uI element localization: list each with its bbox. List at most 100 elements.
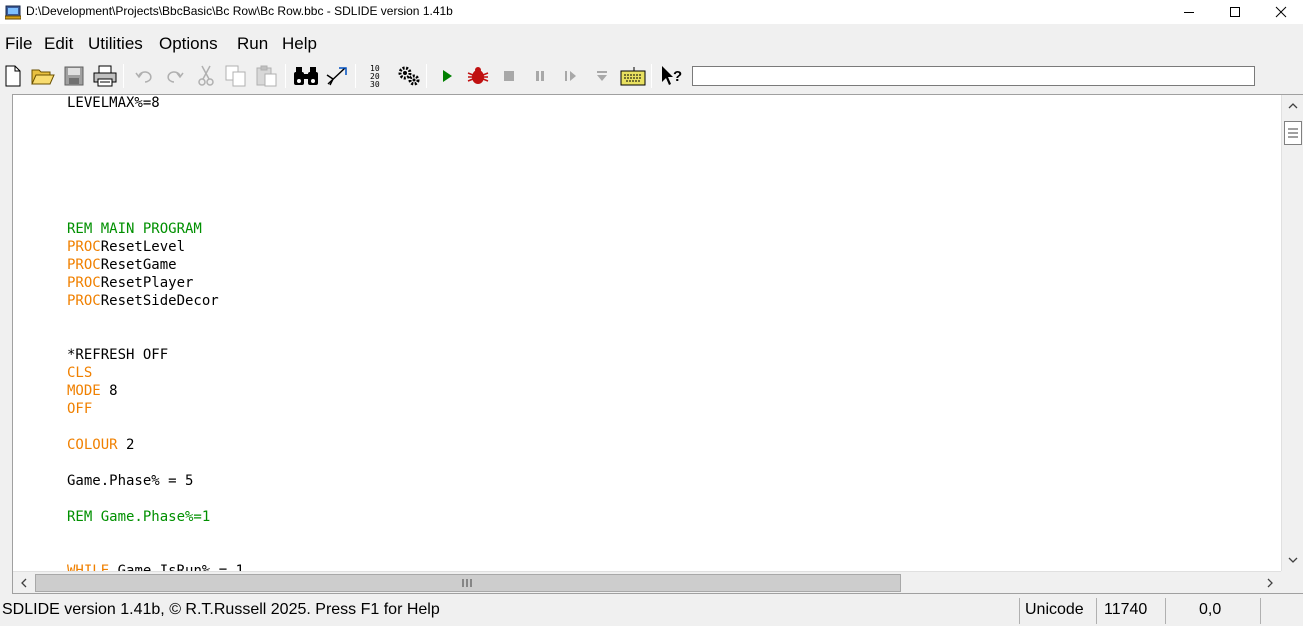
status-size: 11740 xyxy=(1104,601,1148,618)
status-bar: SDLIDE version 1.41b, © R.T.Russell 2025… xyxy=(0,596,1303,626)
status-position: 0,0 xyxy=(1199,601,1222,618)
chevron-up-icon xyxy=(1288,103,1298,109)
code-text: 2 xyxy=(117,437,135,453)
immediate-keyboard-icon xyxy=(620,67,646,86)
code-line[interactable]: PROCResetGame xyxy=(67,256,177,274)
maximize-icon xyxy=(1230,7,1240,17)
scroll-right-button[interactable] xyxy=(1259,572,1281,594)
run-icon xyxy=(443,70,452,82)
paste-icon xyxy=(256,65,277,87)
code-line[interactable]: OFF xyxy=(67,400,92,418)
code-text: 8 xyxy=(100,383,118,399)
status-encoding: Unicode xyxy=(1025,601,1084,618)
code-text: ResetPlayer xyxy=(100,275,194,291)
code-line[interactable]: Game.Phase% = 5 xyxy=(67,472,193,490)
menu-file[interactable]: File xyxy=(5,34,32,54)
code-line[interactable]: REM Game.Phase%=1 xyxy=(67,508,210,526)
open-folder-icon xyxy=(31,69,55,85)
open-button[interactable] xyxy=(29,62,57,90)
code-area[interactable]: LEVELMAX%=8 REM MAIN PROGRAM PROCResetLeve… xyxy=(13,95,1281,571)
code-line[interactable]: MODE 8 xyxy=(67,382,118,400)
code-text: Game.IsRun% = 1 xyxy=(109,563,245,571)
code-keyword: MODE xyxy=(67,383,101,399)
toolbar: 10 20 30 ? xyxy=(0,60,1303,92)
window-title: D:\Development\Projects\BbcBasic\Bc Row\… xyxy=(26,4,453,18)
code-text: ResetLevel xyxy=(100,239,186,255)
grip-icon xyxy=(462,579,472,587)
code-line[interactable]: PROCResetLevel xyxy=(67,238,185,256)
close-button[interactable] xyxy=(1258,0,1303,24)
step-icon xyxy=(565,71,576,81)
code-line[interactable]: PROCResetPlayer xyxy=(67,274,193,292)
code-keyword: CLS xyxy=(67,365,93,381)
menu-utilities[interactable]: Utilities xyxy=(88,34,143,54)
scrollbar-corner xyxy=(1281,571,1303,593)
code-keyword: PROC xyxy=(67,293,101,309)
step-into-button[interactable] xyxy=(588,62,616,90)
debug-bug-icon xyxy=(467,67,489,84)
cut-button[interactable] xyxy=(192,62,220,90)
scroll-up-button[interactable] xyxy=(1282,95,1303,117)
sdlide-app-icon[interactable] xyxy=(4,4,22,20)
search-combo-box[interactable] xyxy=(692,66,1255,86)
code-keyword: PROC xyxy=(67,257,101,273)
run-button[interactable] xyxy=(433,62,461,90)
pause-icon xyxy=(536,71,544,81)
code-keyword: PROC xyxy=(67,239,101,255)
code-line[interactable]: *REFRESH OFF xyxy=(67,346,168,364)
scroll-left-button[interactable] xyxy=(13,572,35,594)
horizontal-scrollbar[interactable] xyxy=(13,571,1281,593)
replace-icon xyxy=(326,67,347,86)
code-comment: REM MAIN PROGRAM xyxy=(67,221,202,237)
menu-bar: File Edit Utilities Options Run Help xyxy=(0,24,1303,60)
horizontal-scroll-thumb[interactable] xyxy=(35,574,901,592)
code-text: *REFRESH OFF xyxy=(67,347,169,363)
redo-button[interactable] xyxy=(161,62,189,90)
paste-button[interactable] xyxy=(253,62,281,90)
vertical-scrollbar[interactable] xyxy=(1281,95,1303,571)
context-help-button[interactable]: ? xyxy=(658,62,686,90)
code-line[interactable]: LEVELMAX%=8 xyxy=(67,95,160,112)
undo-button[interactable] xyxy=(130,62,158,90)
code-editor[interactable]: LEVELMAX%=8 REM MAIN PROGRAM PROCResetLeve… xyxy=(12,94,1303,594)
new-file-icon xyxy=(5,65,21,87)
menu-help[interactable]: Help xyxy=(282,34,317,54)
find-button[interactable] xyxy=(292,62,320,90)
minimize-button[interactable] xyxy=(1166,0,1212,24)
svg-text:?: ? xyxy=(673,68,682,85)
print-button[interactable] xyxy=(91,62,119,90)
debug-button[interactable] xyxy=(464,62,492,90)
scroll-down-button[interactable] xyxy=(1282,549,1303,571)
code-line[interactable]: PROCResetSideDecor xyxy=(67,292,219,310)
pause-button[interactable] xyxy=(526,62,554,90)
menu-options[interactable]: Options xyxy=(159,34,218,54)
stop-button[interactable] xyxy=(495,62,523,90)
code-text: LEVELMAX%=8 xyxy=(67,95,160,111)
chevron-left-icon xyxy=(21,578,27,588)
immediate-mode-button[interactable] xyxy=(619,62,647,90)
settings-button[interactable] xyxy=(395,62,423,90)
maximize-button[interactable] xyxy=(1212,0,1258,24)
code-line[interactable]: WHILE Game.IsRun% = 1 xyxy=(67,562,244,571)
save-button[interactable] xyxy=(60,62,88,90)
menu-run[interactable]: Run xyxy=(237,34,268,54)
code-text: Game.Phase% = 5 xyxy=(67,473,194,489)
grip-icon xyxy=(1288,128,1298,138)
replace-button[interactable] xyxy=(323,62,351,90)
code-line[interactable]: REM MAIN PROGRAM xyxy=(67,220,202,238)
find-binoculars-icon xyxy=(294,67,318,85)
code-line[interactable]: COLOUR 2 xyxy=(67,436,134,454)
code-line[interactable]: CLS xyxy=(67,364,92,382)
vertical-scroll-thumb[interactable] xyxy=(1284,121,1302,145)
settings-gears-icon xyxy=(398,66,420,86)
step-button[interactable] xyxy=(557,62,585,90)
new-file-button[interactable] xyxy=(0,62,27,90)
menu-edit[interactable]: Edit xyxy=(44,34,73,54)
renumber-button[interactable]: 10 20 30 xyxy=(364,62,392,90)
renumber-icon: 10 20 30 xyxy=(370,64,380,89)
code-comment: REM Game.Phase%=1 xyxy=(67,509,211,525)
title-bar: D:\Development\Projects\BbcBasic\Bc Row\… xyxy=(0,0,1303,24)
copy-button[interactable] xyxy=(222,62,250,90)
status-message: SDLIDE version 1.41b, © R.T.Russell 2025… xyxy=(2,601,440,618)
code-text: ResetSideDecor xyxy=(100,293,219,309)
